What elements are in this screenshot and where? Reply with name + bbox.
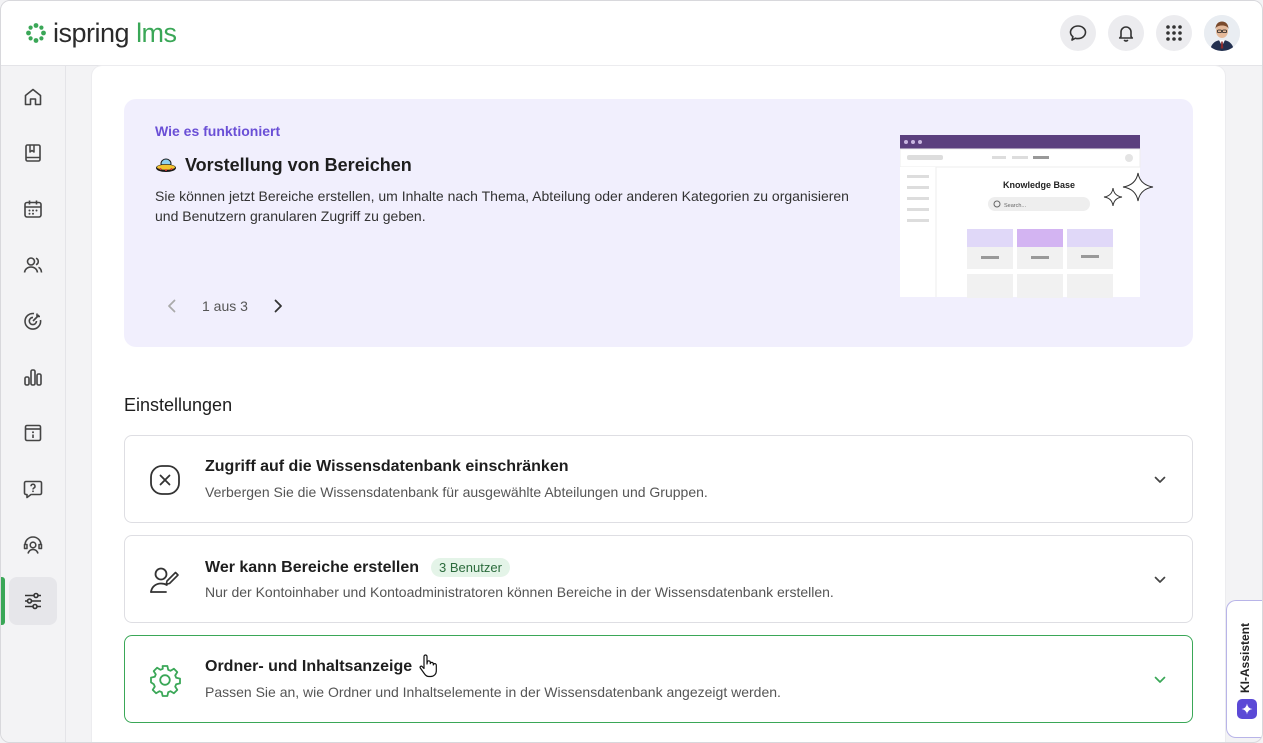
sparkle-icon <box>1237 699 1257 719</box>
question-chat-icon <box>23 480 43 499</box>
support-icon <box>23 536 43 554</box>
logo-text: ispring lms <box>53 18 177 48</box>
chat-icon <box>1069 25 1087 41</box>
active-indicator <box>1 577 5 625</box>
ai-assistant-label: KI-Assistent <box>1238 622 1252 693</box>
users-count-badge: 3 Benutzer <box>431 558 510 577</box>
pager-label: 1 aus 3 <box>202 298 248 314</box>
notifications-button[interactable] <box>1108 15 1144 51</box>
setting-title-row: Ordner- und Inhaltsanzeige <box>205 658 412 676</box>
setting-folder-content-display[interactable]: Ordner- und Inhaltsanzeige Passen Sie an… <box>124 635 1193 723</box>
setting-who-can-create-spaces[interactable]: Wer kann Bereiche erstellen 3 Benutzer N… <box>124 535 1193 623</box>
banner-eyebrow: Wie es funktioniert <box>155 123 281 139</box>
gear-icon <box>150 665 181 697</box>
banner-text: Sie können jetzt Bereiche erstellen, um … <box>155 188 849 224</box>
setting-title: Ordner- und Inhaltsanzeige <box>205 658 413 675</box>
chevron-down-icon <box>1154 476 1166 483</box>
setting-restrict-access[interactable]: Zugriff auf die Wissensdatenbank einschr… <box>124 435 1193 523</box>
logo[interactable]: ispring lms <box>25 18 177 48</box>
expand-button[interactable] <box>1150 670 1170 690</box>
setting-icon-wrap <box>147 562 183 598</box>
setting-title: Wer kann Bereiche erstellen <box>205 558 420 576</box>
ispring-logo-icon <box>26 23 46 43</box>
illustration-search: Search... <box>1004 203 1026 209</box>
chevron-left-icon <box>168 299 176 313</box>
setting-description: Verbergen Sie die Wissensdatenbank für a… <box>205 484 708 500</box>
top-bar: ispring lms <box>1 1 1262 66</box>
ufo-icon <box>156 158 176 172</box>
sidebar-item-calendar[interactable] <box>9 185 57 233</box>
sidebar-item-settings[interactable] <box>9 577 57 625</box>
user-photo-icon <box>1204 15 1240 51</box>
bar-chart-icon <box>24 369 42 386</box>
setting-description: Passen Sie an, wie Ordner und Inhaltsele… <box>205 684 781 700</box>
users-icon <box>23 257 43 273</box>
app-window: ispring lms Wie es funktioniert Vorstell… <box>0 0 1263 743</box>
settings-section-title: Einstellungen <box>124 395 233 415</box>
setting-icon-wrap <box>147 462 183 498</box>
setting-icon-wrap <box>147 662 183 698</box>
sidebar-item-support[interactable] <box>9 521 57 569</box>
hand-cursor-icon <box>419 654 437 678</box>
sidebar <box>1 66 66 742</box>
apps-grid-icon <box>1166 25 1182 41</box>
sidebar-item-reports[interactable] <box>9 353 57 401</box>
target-icon <box>24 312 42 330</box>
setting-title-row: Wer kann Bereiche erstellen 3 Benutzer <box>205 558 510 577</box>
sidebar-item-home[interactable] <box>9 73 57 121</box>
chevron-down-icon <box>1154 676 1166 683</box>
apps-button[interactable] <box>1156 15 1192 51</box>
how-it-works-banner: Wie es funktioniert Vorstellung von Bere… <box>124 99 1193 347</box>
setting-title: Zugriff auf die Wissensdatenbank einschr… <box>205 458 569 475</box>
banner-title: Vorstellung von Bereichen <box>185 155 412 175</box>
info-box-icon <box>24 424 42 442</box>
main-content: Wie es funktioniert Vorstellung von Bere… <box>92 66 1225 742</box>
expand-button[interactable] <box>1150 570 1170 590</box>
pager-next-button[interactable] <box>266 294 290 318</box>
avatar[interactable] <box>1204 15 1240 51</box>
illustration-title: Knowledge Base <box>1003 180 1075 190</box>
close-circle-icon <box>150 465 180 495</box>
knowledge-base-illustration: Knowledge Base Search... <box>900 135 1154 298</box>
setting-title-row: Zugriff auf die Wissensdatenbank einschr… <box>205 458 569 476</box>
pager-prev-button[interactable] <box>160 294 184 318</box>
setting-description: Nur der Kontoinhaber und Kontoadministra… <box>205 584 834 600</box>
sidebar-item-goals[interactable] <box>9 297 57 345</box>
sidebar-item-users[interactable] <box>9 241 57 289</box>
expand-button[interactable] <box>1150 470 1170 490</box>
sidebar-item-courses[interactable] <box>9 129 57 177</box>
ai-assistant-tab[interactable]: KI-Assistent <box>1226 600 1262 738</box>
banner-pager: 1 aus 3 <box>160 294 290 318</box>
user-edit-icon <box>150 567 179 593</box>
calendar-icon <box>24 200 42 218</box>
bell-icon <box>1118 26 1134 42</box>
chat-button[interactable] <box>1060 15 1096 51</box>
settings-sliders-icon <box>25 592 41 610</box>
sidebar-item-questions[interactable] <box>9 465 57 513</box>
book-icon <box>25 144 41 162</box>
banner-title-row: Vorstellung von Bereichen <box>155 155 412 176</box>
home-icon <box>24 88 42 106</box>
sidebar-item-info[interactable] <box>9 409 57 457</box>
chevron-right-icon <box>274 299 282 313</box>
chevron-down-icon <box>1154 576 1166 583</box>
